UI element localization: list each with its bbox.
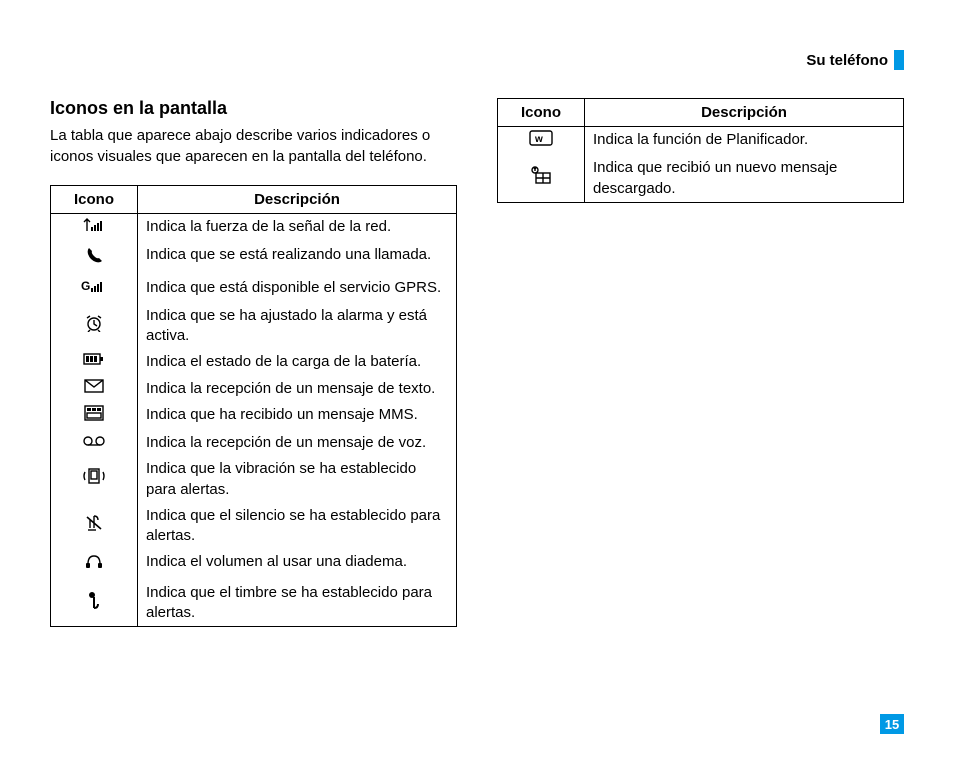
icon-description: Indica la recepción de un mensaje de voz… <box>138 430 457 456</box>
th-desc: Descripción <box>138 186 457 214</box>
th-icon: Icono <box>51 186 138 214</box>
icon-description: Indica el volumen al usar una diadema. <box>138 549 457 579</box>
table-row: Indica la fuerza de la señal de la red. <box>51 214 457 243</box>
icon-description: Indica la función de Planificador. <box>585 127 904 156</box>
icon-description: Indica la recepción de un mensaje de tex… <box>138 376 457 402</box>
running-header: Su teléfono <box>50 50 904 70</box>
table-row: Indica que ha recibido un mensaje MMS. <box>51 402 457 430</box>
subheading: Iconos en la pantalla <box>50 98 457 119</box>
icon-table-right: Icono Descripción w Indica la función de … <box>497 98 904 203</box>
planner-icon: w <box>498 127 585 156</box>
th-icon: Icono <box>498 99 585 127</box>
table-row: Indica que el timbre se ha establecido p… <box>51 580 457 627</box>
table-row: G Indica que está disponible el servicio … <box>51 275 457 303</box>
table-row: Indica el estado de la carga de la bater… <box>51 349 457 375</box>
signal-icon <box>51 214 138 243</box>
icon-description: Indica que el silencio se ha establecido… <box>138 503 457 550</box>
icon-description: Indica el estado de la carga de la bater… <box>138 349 457 375</box>
vibrate-icon <box>51 456 138 503</box>
left-column: Iconos en la pantalla La tabla que apare… <box>50 98 457 627</box>
ringer-icon <box>51 580 138 627</box>
section-label: Su teléfono <box>806 52 888 69</box>
mms-icon <box>51 402 138 430</box>
icon-description: Indica que ha recibido un mensaje MMS. <box>138 402 457 430</box>
headset-icon <box>51 549 138 579</box>
table-row: Indica que la vibración se ha establecid… <box>51 456 457 503</box>
table-row: Indica que se está realizando una llamad… <box>51 242 457 274</box>
right-column: Icono Descripción w Indica la función de … <box>497 98 904 627</box>
icon-description: Indica que el timbre se ha establecido p… <box>138 580 457 627</box>
voicemail-icon <box>51 430 138 456</box>
icon-table-left: Icono Descripción Indica la fuerza de la… <box>50 185 457 627</box>
table-row: Indica que el silencio se ha establecido… <box>51 503 457 550</box>
table-row: w Indica la función de Planificador. <box>498 127 904 156</box>
gprs-icon: G <box>51 275 138 303</box>
icon-description: Indica que se ha ajustado la alarma y es… <box>138 303 457 350</box>
icon-description: Indica que recibió un nuevo mensaje desc… <box>585 155 904 202</box>
silent-icon <box>51 503 138 550</box>
table-row: Indica el volumen al usar una diadema. <box>51 549 457 579</box>
icon-description: Indica que está disponible el servicio G… <box>138 275 457 303</box>
call-icon <box>51 242 138 274</box>
table-row: Indica que recibió un nuevo mensaje desc… <box>498 155 904 202</box>
header-accent-block <box>894 50 904 70</box>
icon-description: Indica que la vibración se ha establecid… <box>138 456 457 503</box>
page-number: 15 <box>880 714 904 734</box>
icon-description: Indica la fuerza de la señal de la red. <box>138 214 457 243</box>
icon-description: Indica que se está realizando una llamad… <box>138 242 457 274</box>
table-row: Indica que se ha ajustado la alarma y es… <box>51 303 457 350</box>
svg-text:G: G <box>81 279 90 293</box>
table-row: Indica la recepción de un mensaje de tex… <box>51 376 457 402</box>
sms-icon <box>51 376 138 402</box>
battery-icon <box>51 349 138 375</box>
intro-text: La tabla que aparece abajo describe vari… <box>50 125 457 167</box>
table-row: Indica la recepción de un mensaje de voz… <box>51 430 457 456</box>
download-icon <box>498 155 585 202</box>
alarm-icon <box>51 303 138 350</box>
th-desc: Descripción <box>585 99 904 127</box>
svg-text:w: w <box>534 134 543 145</box>
